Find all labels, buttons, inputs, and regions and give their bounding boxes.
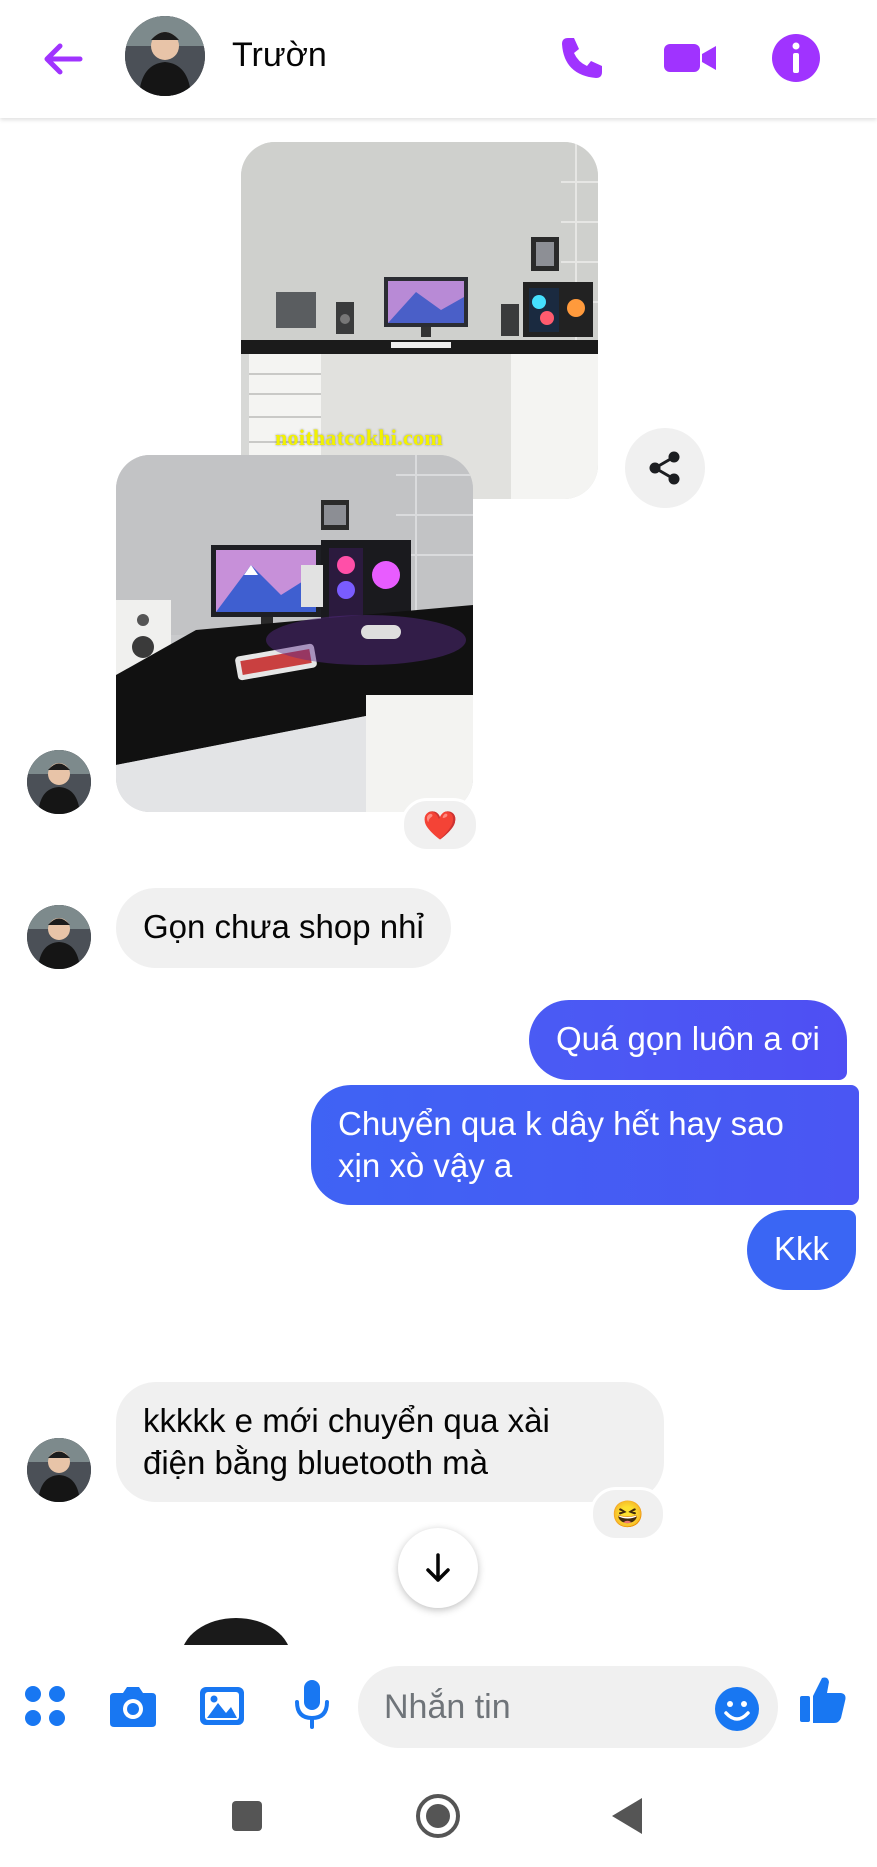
contact-avatar-small[interactable] xyxy=(27,905,91,969)
share-button[interactable] xyxy=(625,428,705,508)
phone-icon[interactable] xyxy=(554,30,610,86)
contact-avatar-small[interactable] xyxy=(27,1438,91,1502)
recent-apps-icon[interactable] xyxy=(230,1799,264,1833)
laugh-reaction[interactable]: 😆 xyxy=(590,1487,666,1541)
heart-reaction[interactable]: ❤️ xyxy=(401,798,479,852)
back-arrow-icon[interactable] xyxy=(38,34,88,84)
message-text-line: điện bằng bluetooth mà xyxy=(143,1444,488,1481)
message-text-line: xịn xò vậy a xyxy=(338,1147,513,1184)
scroll-to-bottom-button[interactable] xyxy=(398,1528,478,1608)
microphone-icon[interactable] xyxy=(292,1678,332,1730)
thumbs-up-icon[interactable] xyxy=(798,1674,848,1726)
back-icon[interactable] xyxy=(610,1796,646,1836)
message-text: Kkk xyxy=(774,1230,830,1267)
laughing-emoji-icon: 😆 xyxy=(611,1498,645,1529)
shared-photo-desk-black[interactable] xyxy=(116,455,473,812)
partial-avatar-typing xyxy=(176,1618,296,1645)
message-text-line: kkkkk e mới chuyển qua xài xyxy=(143,1402,550,1439)
incoming-message[interactable]: kkkkk e mới chuyển qua xài điện bằng blu… xyxy=(116,1382,664,1502)
contact-avatar-small[interactable] xyxy=(27,750,91,814)
camera-icon[interactable] xyxy=(108,1683,158,1729)
incoming-message[interactable]: Gọn chưa shop nhỉ xyxy=(116,888,451,968)
arrow-down-icon xyxy=(426,1553,450,1582)
outgoing-message[interactable]: Quá gọn luôn a ơi xyxy=(529,1000,847,1080)
conversation-header: Trườn xyxy=(0,0,877,118)
share-icon xyxy=(649,451,680,485)
contact-avatar[interactable] xyxy=(125,16,205,96)
contact-name[interactable]: Trườn xyxy=(232,36,327,75)
info-icon[interactable] xyxy=(768,30,824,86)
watermark-text: noithatcokhi.com xyxy=(275,425,443,450)
emoji-icon[interactable] xyxy=(714,1686,760,1732)
home-icon[interactable] xyxy=(414,1792,462,1840)
system-navigation-bar xyxy=(0,1765,877,1867)
gallery-icon[interactable] xyxy=(198,1683,246,1729)
outgoing-message[interactable]: Kkk xyxy=(747,1210,857,1290)
message-text-line: Chuyển qua k dây hết hay sao xyxy=(338,1105,784,1142)
apps-grid-icon[interactable] xyxy=(22,1683,68,1729)
outgoing-message[interactable]: Chuyển qua k dây hết hay sao xịn xò vậy … xyxy=(311,1085,859,1205)
heart-icon: ❤️ xyxy=(422,809,458,841)
video-camera-icon[interactable] xyxy=(662,30,718,86)
header-notch xyxy=(401,118,419,126)
message-text: Gọn chưa shop nhỉ xyxy=(143,908,424,945)
message-text: Quá gọn luôn a ơi xyxy=(556,1020,820,1057)
